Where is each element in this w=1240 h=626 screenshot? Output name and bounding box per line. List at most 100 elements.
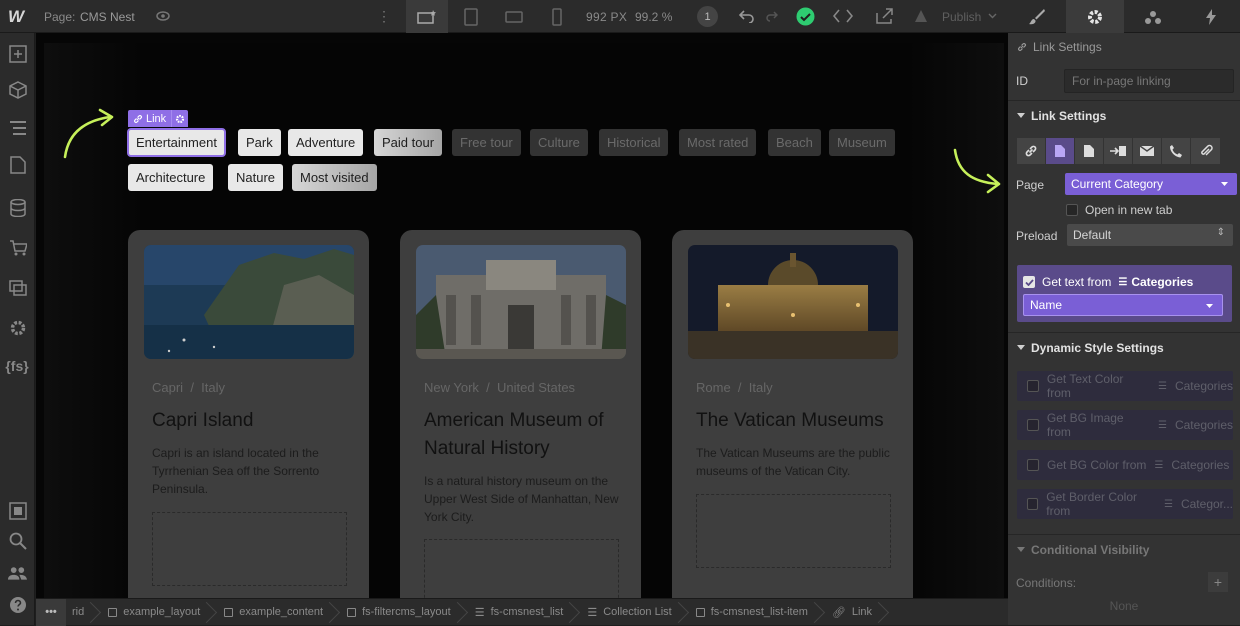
eye-icon[interactable] — [156, 10, 170, 22]
collection-item-icon — [695, 607, 705, 617]
code-export-icon[interactable] — [833, 9, 853, 23]
add-condition-button[interactable]: + — [1208, 572, 1228, 592]
more-options-icon[interactable]: ⋮ — [377, 0, 391, 33]
breadcrumb-item[interactable]: 🔗︎ Link — [818, 599, 882, 626]
chevron-down-icon — [1221, 182, 1228, 186]
field-dropdown[interactable]: Name — [1023, 294, 1223, 316]
breadcrumb-item[interactable]: fs-filtercms_layout — [333, 599, 461, 626]
url-link-icon[interactable] — [1017, 138, 1046, 164]
annotation-arrow-icon — [953, 148, 1001, 194]
chevron-down-icon[interactable] — [988, 13, 997, 19]
assets-icon[interactable] — [8, 278, 27, 297]
category-tag-free-tour[interactable]: Free tour — [452, 129, 521, 156]
users-icon[interactable] — [8, 563, 27, 582]
navigator-icon[interactable] — [8, 118, 27, 137]
collection-icon: ☰ — [1118, 276, 1128, 288]
collection-card[interactable]: Capri / Italy Capri Island Capri is an i… — [128, 230, 369, 598]
page-selector[interactable]: CMS Nest — [80, 0, 135, 33]
publish-rocket-icon — [914, 9, 928, 23]
history-badge[interactable]: 1 — [697, 6, 718, 27]
collection-page-link-icon[interactable] — [1104, 138, 1133, 164]
category-tag-beach[interactable]: Beach — [768, 129, 821, 156]
ecommerce-icon[interactable] — [8, 238, 27, 257]
category-tag-paid-tour[interactable]: Paid tour — [374, 129, 443, 156]
category-tag-most-visited[interactable]: Most visited — [292, 164, 377, 191]
category-tag-museum[interactable]: Museum — [829, 129, 895, 156]
lightning-icon[interactable] — [1182, 0, 1240, 33]
breadcrumb-item[interactable]: ☰ fs-cmsnest_list — [461, 599, 574, 626]
desktop-breakpoint-icon[interactable] — [406, 0, 448, 33]
preload-select[interactable]: Default ⇕ — [1067, 224, 1233, 246]
page-link-icon[interactable] — [1046, 138, 1075, 164]
card-location: New York / United States — [424, 380, 576, 395]
dynamic-style-item[interactable]: Get Border Color from ☰ Categor... — [1017, 489, 1233, 519]
phone-link-icon[interactable] — [1162, 138, 1191, 164]
file-link-icon[interactable] — [1191, 138, 1220, 164]
category-tag-culture[interactable]: Culture — [530, 129, 588, 156]
collection-icon: ☰ — [1164, 498, 1173, 510]
breadcrumb-more-button[interactable]: ••• — [36, 598, 66, 626]
style-panel-tab[interactable] — [1008, 0, 1066, 33]
finsweet-fs-icon[interactable]: {fs} — [5, 356, 28, 375]
breadcrumb-item[interactable]: example_content — [210, 599, 333, 626]
category-tag-most-rated[interactable]: Most rated — [679, 129, 757, 156]
conditions-label: Conditions: — [1016, 576, 1077, 590]
conditional-visibility-header[interactable]: Conditional Visibility — [1008, 534, 1240, 564]
div-block-icon — [108, 607, 118, 617]
redo-icon[interactable] — [765, 11, 778, 22]
tablet-breakpoint-icon[interactable] — [450, 0, 492, 33]
dynamic-style-item[interactable]: Get BG Image from ☰ Categories — [1017, 410, 1233, 440]
category-tag-entertainment[interactable]: Entertainment — [127, 128, 226, 157]
share-icon[interactable] — [876, 8, 894, 24]
get-text-checkbox[interactable]: Get text from ☰ Categories — [1023, 275, 1193, 289]
link-settings-header[interactable]: Link Settings — [1008, 100, 1240, 130]
link-icon: 🔗︎ — [831, 606, 846, 619]
category-tag-park[interactable]: Park — [238, 129, 281, 156]
settings-gear-icon[interactable] — [8, 318, 27, 337]
symbols-icon[interactable] — [8, 80, 27, 99]
card-image — [416, 245, 626, 359]
collection-icon: ☰ — [1158, 419, 1167, 431]
designer-canvas[interactable]: Link Entertainment Park Adventure Paid t… — [36, 33, 1008, 598]
open-new-tab-checkbox[interactable]: Open in new tab — [1066, 203, 1172, 217]
settings-panel-tab[interactable] — [1066, 0, 1124, 33]
breadcrumb-item[interactable]: rid — [66, 599, 94, 626]
add-elements-icon[interactable] — [8, 44, 27, 63]
audit-icon[interactable] — [8, 501, 27, 520]
interactions-panel-tab[interactable] — [1124, 0, 1182, 33]
collection-card[interactable]: New York / United States American Museum… — [400, 230, 641, 598]
category-tag-historical[interactable]: Historical — [599, 129, 669, 156]
webflow-logo[interactable]: W — [8, 0, 24, 33]
category-tag-nature[interactable]: Nature — [228, 164, 284, 191]
breadcrumb-item[interactable]: ☰ Collection List — [573, 599, 681, 626]
category-tag-architecture[interactable]: Architecture — [128, 164, 214, 191]
selected-element-badge[interactable]: Link — [128, 110, 189, 127]
nested-list-placeholder — [424, 539, 619, 598]
dynamic-style-item[interactable]: Get Text Color from ☰ Categories — [1017, 371, 1233, 401]
email-link-icon[interactable] — [1133, 138, 1162, 164]
dynamic-style-item[interactable]: Get BG Color from ☰ Categories — [1017, 450, 1233, 480]
category-tag-adventure[interactable]: Adventure — [288, 129, 364, 156]
collection-icon: ☰ — [1158, 380, 1167, 392]
publish-button[interactable]: Publish — [942, 0, 981, 33]
div-block-icon — [347, 607, 357, 617]
search-icon[interactable] — [8, 531, 27, 550]
page-dropdown[interactable]: Current Category — [1065, 173, 1237, 195]
cms-icon[interactable] — [8, 198, 27, 217]
save-status-check-icon — [796, 7, 815, 26]
card-description: Capri is an island located in the Tyrrhe… — [152, 446, 320, 496]
dynamic-style-header[interactable]: Dynamic Style Settings — [1008, 332, 1240, 362]
collection-card[interactable]: Rome / Italy The Vatican Museums The Vat… — [672, 230, 913, 598]
collection-icon: ☰ — [1154, 459, 1164, 471]
mobile-portrait-icon[interactable] — [536, 0, 578, 33]
element-settings-gear-icon[interactable] — [171, 110, 188, 127]
help-icon[interactable] — [8, 595, 27, 614]
pages-icon[interactable] — [8, 155, 27, 174]
checkbox-checked-icon — [1023, 276, 1035, 288]
breadcrumb-item[interactable]: example_layout — [94, 599, 210, 626]
section-link-icon[interactable] — [1075, 138, 1104, 164]
undo-icon[interactable] — [739, 9, 755, 23]
id-input[interactable]: For in-page linking — [1064, 69, 1234, 93]
mobile-landscape-icon[interactable] — [493, 0, 535, 33]
breadcrumb-item[interactable]: fs-cmsnest_list-item — [682, 599, 818, 626]
